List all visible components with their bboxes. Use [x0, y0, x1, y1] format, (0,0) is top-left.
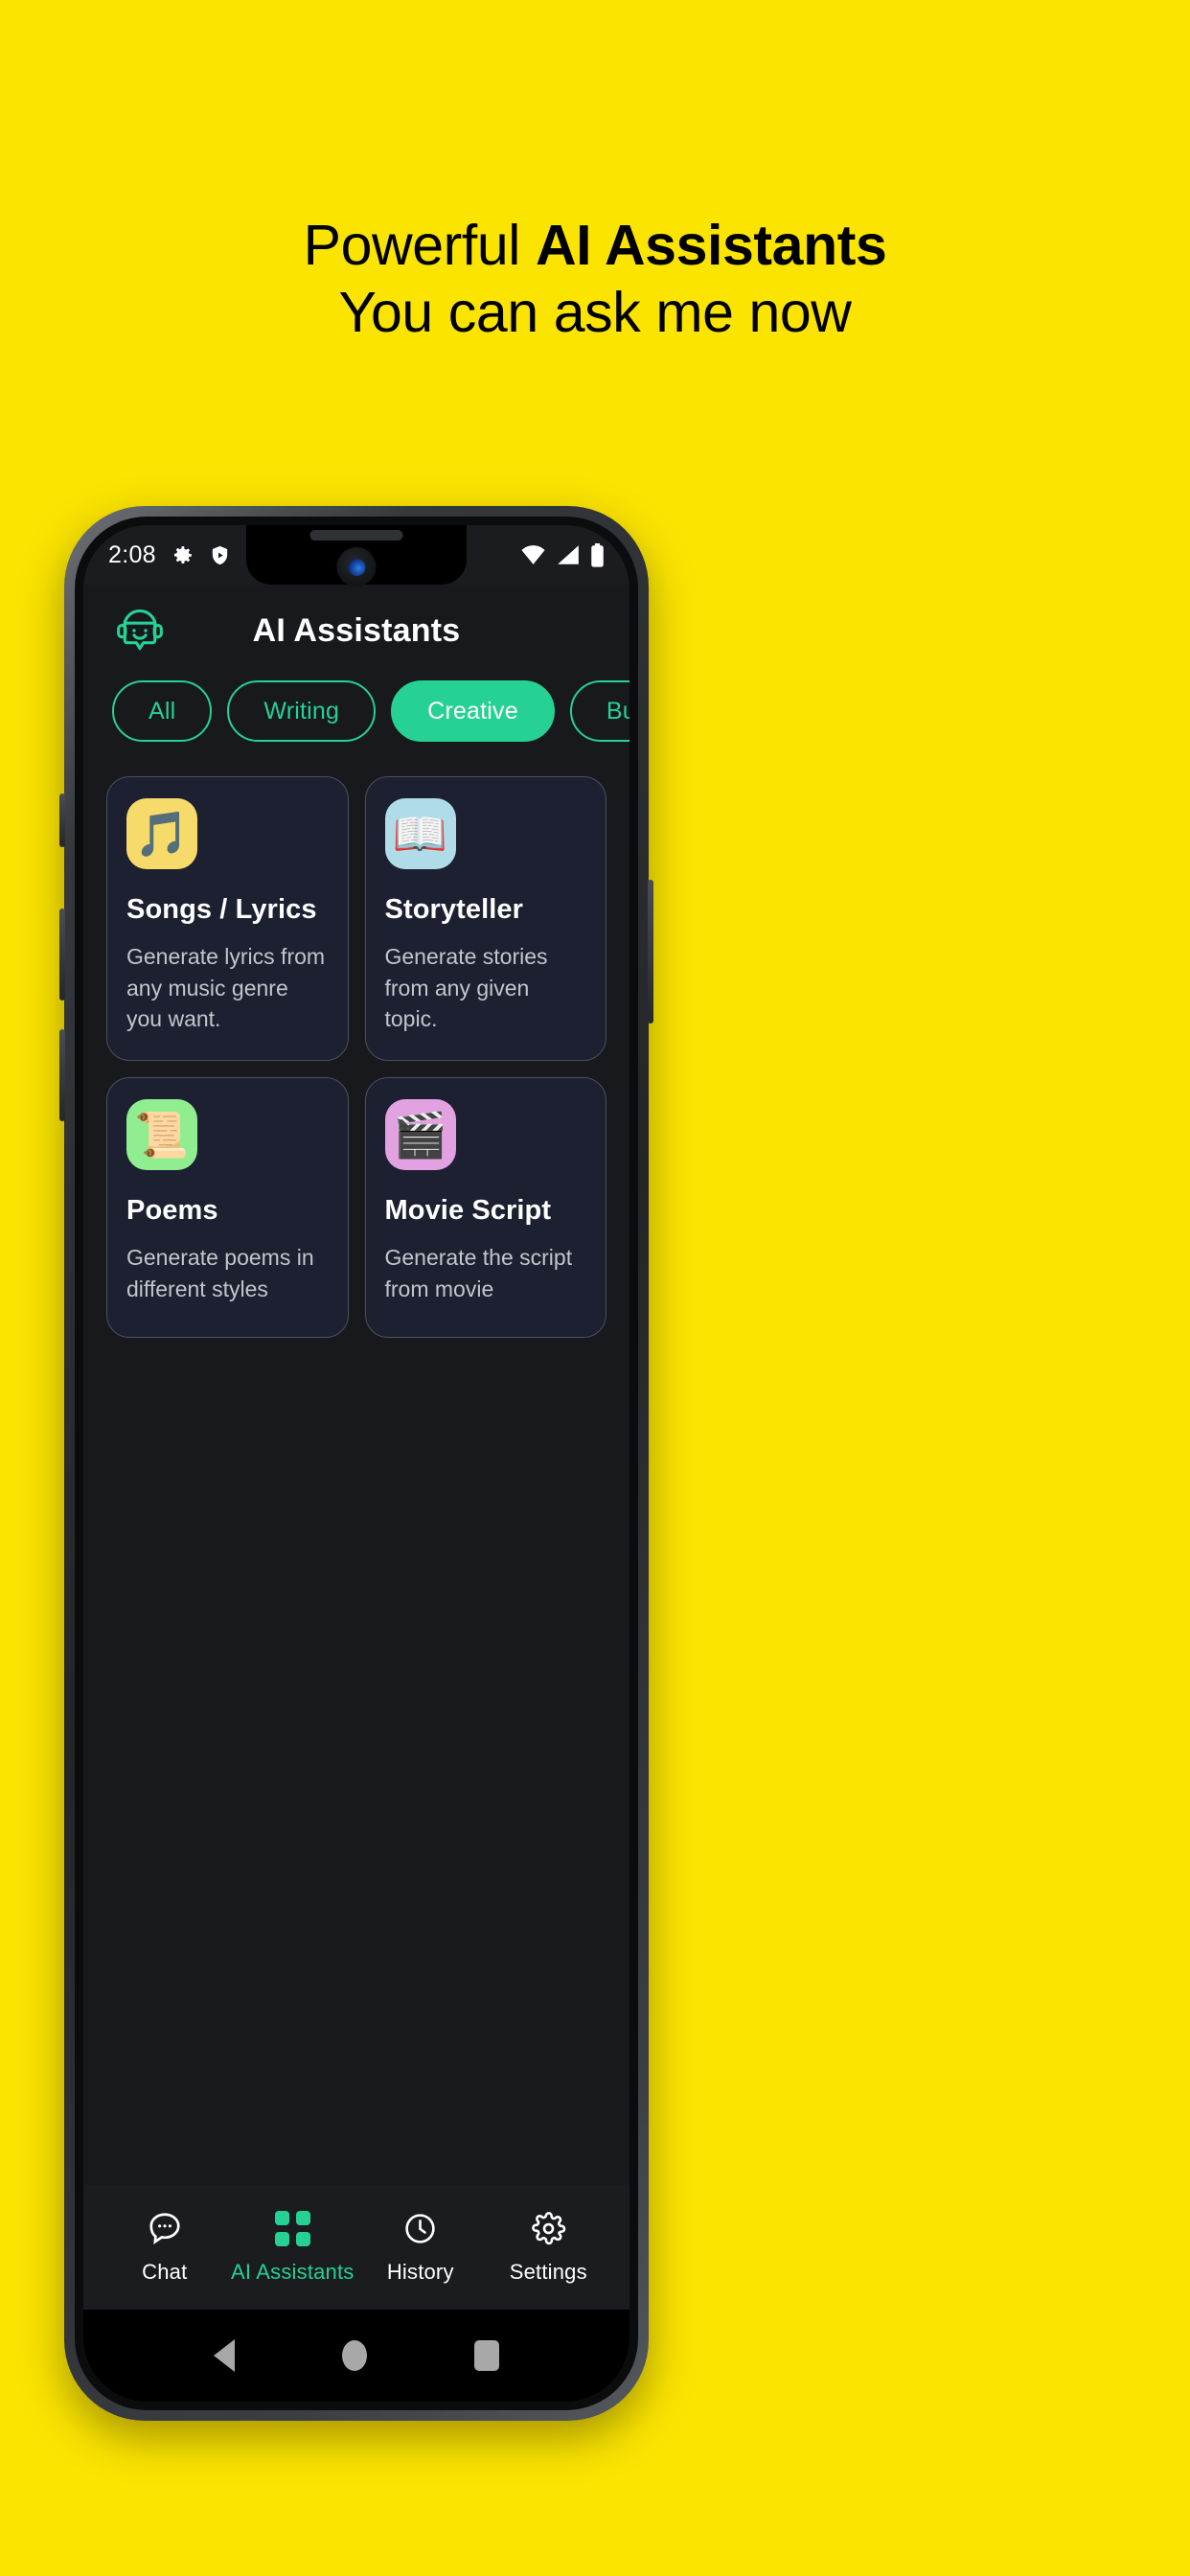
nav-item-settings[interactable]: Settings	[485, 2210, 613, 2285]
status-bar-left: 2:08	[108, 541, 267, 569]
nav-label: Settings	[509, 2260, 587, 2284]
status-time: 2:08	[108, 540, 156, 568]
cellular-signal-icon	[558, 545, 579, 564]
recents-square-icon[interactable]	[474, 2340, 499, 2371]
chat-bubble-icon	[147, 2210, 183, 2246]
nav-item-chat[interactable]: Chat	[101, 2210, 229, 2285]
phone-volume-up-button	[59, 908, 65, 1000]
assistant-card-storyteller[interactable]: 📖 Storyteller Generate stories from any …	[364, 776, 606, 1061]
nav-item-history[interactable]: History	[356, 2210, 485, 2285]
filter-chip-all[interactable]: All	[112, 680, 213, 742]
headline-light-part: Powerful	[303, 214, 536, 277]
earpiece-speaker	[309, 530, 403, 540]
bottom-navigation[interactable]: Chat AI Assistants History Settings	[83, 2185, 629, 2310]
phone-mockup: 2:08 AI Assistants All Writing Creative …	[59, 506, 653, 2421]
nav-label: History	[386, 2260, 454, 2284]
phone-bezel: 2:08 AI Assistants All Writing Creative …	[75, 517, 638, 2410]
filter-chip-writing[interactable]: Writing	[227, 680, 377, 742]
clapper-board-icon: 🎬	[384, 1098, 456, 1170]
assistant-card-movie-script[interactable]: 🎬 Movie Script Generate the script from …	[364, 1076, 606, 1338]
assistant-card-description: Generate poems in different styles	[126, 1244, 314, 1301]
app-header: AI Assistants	[83, 585, 629, 677]
filter-chip-creative[interactable]: Creative	[391, 680, 555, 742]
assistant-card-grid: 🎵 Songs / Lyrics Generate lyrics from an…	[83, 746, 629, 2185]
assistant-card-title: Songs / Lyrics	[126, 894, 317, 925]
camera-lens	[348, 558, 365, 576]
assistant-card-title: Storyteller	[384, 894, 524, 925]
filter-chip-business[interactable]: Business	[569, 680, 629, 742]
shield-play-icon	[212, 545, 228, 564]
music-note-icon: 🎵	[126, 798, 197, 869]
promo-headline: Powerful AI Assistants You can ask me no…	[0, 213, 1190, 346]
app-screen: 2:08 AI Assistants All Writing Creative …	[83, 525, 629, 2402]
assistant-card-description: Generate the script from movie	[384, 1244, 573, 1301]
phone-side-button	[59, 794, 65, 847]
phone-power-button	[648, 880, 653, 1024]
assistant-card-songs-lyrics[interactable]: 🎵 Songs / Lyrics Generate lyrics from an…	[106, 776, 349, 1061]
nav-label: Chat	[142, 2260, 188, 2284]
headline-strong-part: AI Assistants	[535, 214, 887, 277]
gear-icon	[173, 545, 192, 564]
home-circle-icon[interactable]	[342, 2340, 367, 2371]
headline-line-2: You can ask me now	[338, 280, 852, 344]
assistant-card-description: Generate stories from any given topic.	[384, 944, 548, 1032]
phone-screen: 2:08 AI Assistants All Writing Creative …	[83, 525, 629, 2402]
headline-line-1: Powerful AI Assistants	[0, 213, 1190, 280]
chatbot-headphones-icon[interactable]	[112, 603, 168, 658]
front-camera-icon	[336, 547, 377, 586]
status-bar-right	[520, 542, 605, 567]
clock-icon	[402, 2210, 438, 2246]
phone-volume-down-button	[59, 1029, 65, 1121]
wifi-icon	[521, 545, 545, 564]
filter-chip-row[interactable]: All Writing Creative Business	[83, 677, 629, 746]
assistant-card-title: Poems	[126, 1194, 218, 1226]
assistant-card-title: Movie Script	[384, 1194, 552, 1226]
battery-icon	[591, 542, 604, 567]
grid-squares-icon	[274, 2210, 310, 2246]
back-triangle-icon[interactable]	[214, 2339, 235, 2372]
android-navigation-bar[interactable]	[83, 2310, 629, 2402]
open-book-icon: 📖	[384, 798, 456, 869]
gear-icon	[531, 2210, 566, 2246]
assistant-card-poems[interactable]: 📜 Poems Generate poems in different styl…	[106, 1076, 349, 1338]
scroll-icon: 📜	[126, 1098, 197, 1170]
nav-item-ai-assistants[interactable]: AI Assistants	[229, 2210, 357, 2285]
nav-label: AI Assistants	[230, 2260, 355, 2284]
assistant-card-description: Generate lyrics from any music genre you…	[126, 944, 326, 1032]
